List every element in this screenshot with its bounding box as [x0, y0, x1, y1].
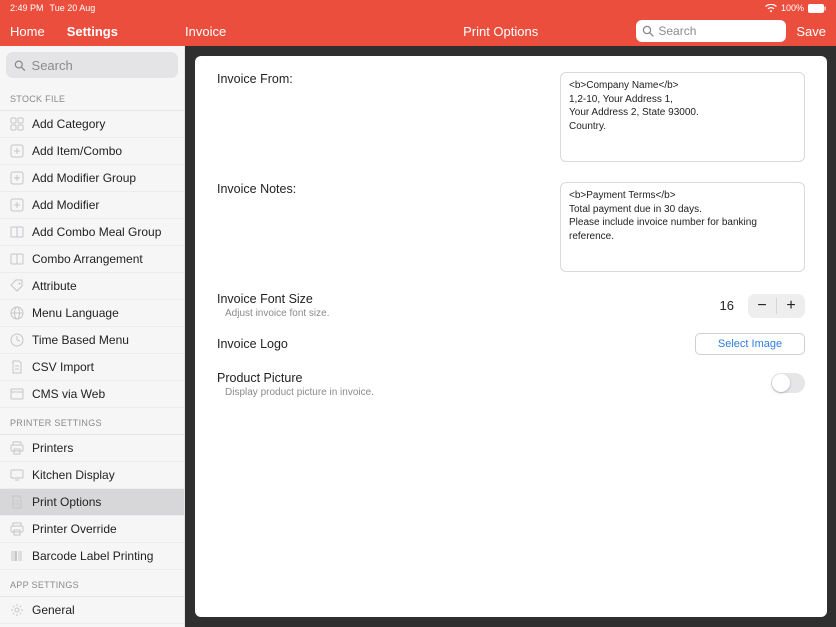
sidebar-item-label: CMS via Web [32, 387, 105, 401]
display-icon [10, 468, 24, 482]
sidebar-item-cms-via-web[interactable]: CMS via Web [0, 381, 184, 408]
doc-icon [10, 495, 24, 509]
settings-panel: Invoice From: Invoice Notes: Invoice Fon… [195, 56, 827, 617]
sidebar-item-add-item-combo[interactable]: Add Item/Combo [0, 138, 184, 165]
search-icon [642, 25, 654, 37]
wifi-icon [765, 4, 777, 13]
sidebar-item-time-based-menu[interactable]: Time Based Menu [0, 327, 184, 354]
invoice-notes-label: Invoice Notes: [217, 182, 332, 272]
sidebar-item-label: Combo Arrangement [32, 252, 143, 266]
plus-box-icon [10, 171, 24, 185]
nav-bar: Home Settings Invoice Print Options Save [0, 16, 836, 46]
printer-icon [10, 441, 24, 455]
sidebar-item-label: Add Item/Combo [32, 144, 122, 158]
sidebar: STOCK FILE Add Category Add Item/Combo Add … [0, 46, 185, 627]
sidebar-item-csv-import[interactable]: CSV Import [0, 354, 184, 381]
sidebar-item-label: Printers [32, 441, 73, 455]
sidebar-item-print-options[interactable]: Print Options [0, 489, 184, 516]
sidebar-item-label: Add Combo Meal Group [32, 225, 161, 239]
sidebar-item-menu-language[interactable]: Menu Language [0, 300, 184, 327]
main-area: Invoice From: Invoice Notes: Invoice Fon… [185, 46, 836, 627]
category-icon [10, 117, 24, 131]
printer-icon [10, 522, 24, 536]
sidebar-item-label: Printer Override [32, 522, 117, 536]
page-title: Print Options [365, 24, 636, 39]
search-icon [14, 59, 26, 72]
plus-box-icon [10, 144, 24, 158]
status-date: Tue 20 Aug [50, 3, 96, 13]
sidebar-item-label: Add Category [32, 117, 105, 131]
invoice-notes-textarea[interactable] [560, 182, 805, 272]
tag-icon [10, 279, 24, 293]
nav-home[interactable]: Home [10, 24, 45, 39]
sidebar-search-wrap[interactable] [6, 52, 178, 78]
stepper-minus[interactable]: − [748, 294, 776, 318]
sidebar-item-label: Barcode Label Printing [32, 549, 153, 563]
globe-icon [10, 306, 24, 320]
font-size-sublabel: Adjust invoice font size. [225, 308, 720, 319]
sidebar-item-add-modifier-group[interactable]: Add Modifier Group [0, 165, 184, 192]
font-size-label: Invoice Font Size [217, 292, 720, 306]
barcode-icon [10, 549, 24, 563]
sidebar-item-printer-override[interactable]: Printer Override [0, 516, 184, 543]
section-header: PRINTER SETTINGS [0, 408, 184, 435]
stepper-plus[interactable]: + [777, 294, 805, 318]
gear-icon [10, 603, 24, 617]
sidebar-item-printers[interactable]: Printers [0, 435, 184, 462]
toggle-knob [772, 374, 790, 392]
product-picture-label: Product Picture [217, 371, 771, 385]
section-header: APP SETTINGS [0, 570, 184, 597]
product-picture-sublabel: Display product picture in invoice. [225, 387, 771, 398]
invoice-from-textarea[interactable] [560, 72, 805, 162]
plus-box-icon [10, 198, 24, 212]
invoice-from-label: Invoice From: [217, 72, 332, 162]
nav-search-wrap[interactable] [636, 20, 786, 42]
sidebar-item-label: Kitchen Display [32, 468, 115, 482]
sidebar-item-add-category[interactable]: Add Category [0, 111, 184, 138]
nav-search-input[interactable] [658, 24, 780, 38]
doc-icon [10, 360, 24, 374]
sidebar-item-label: Attribute [32, 279, 77, 293]
sidebar-item-general[interactable]: General [0, 597, 184, 624]
clock-icon [10, 333, 24, 347]
font-size-value: 16 [720, 298, 734, 313]
nav-settings[interactable]: Settings [67, 24, 118, 39]
sidebar-search-input[interactable] [32, 58, 170, 73]
breadcrumb[interactable]: Invoice [185, 24, 365, 39]
save-button[interactable]: Save [796, 24, 826, 39]
section-header: STOCK FILE [0, 84, 184, 111]
sidebar-item-label: Time Based Menu [32, 333, 129, 347]
combo-icon [10, 225, 24, 239]
invoice-logo-label: Invoice Logo [217, 337, 695, 351]
sidebar-item-label: Add Modifier [32, 198, 99, 212]
web-icon [10, 387, 24, 401]
sidebar-item-combo-arrangement[interactable]: Combo Arrangement [0, 246, 184, 273]
sidebar-item-barcode-label-printing[interactable]: Barcode Label Printing [0, 543, 184, 570]
battery-icon [808, 4, 826, 13]
sidebar-item-label: Add Modifier Group [32, 171, 136, 185]
sidebar-item-add-combo-meal-group[interactable]: Add Combo Meal Group [0, 219, 184, 246]
sidebar-item-label: CSV Import [32, 360, 94, 374]
sidebar-item-kitchen-display[interactable]: Kitchen Display [0, 462, 184, 489]
product-picture-toggle[interactable] [771, 373, 805, 393]
battery-percent: 100% [781, 3, 804, 13]
combo-icon [10, 252, 24, 266]
sidebar-item-label: General [32, 603, 75, 617]
sidebar-item-label: Print Options [32, 495, 101, 509]
status-time: 2:49 PM [10, 3, 44, 13]
sidebar-item-label: Menu Language [32, 306, 119, 320]
font-size-stepper: − + [748, 294, 805, 318]
sidebar-item-attribute[interactable]: Attribute [0, 273, 184, 300]
sidebar-item-add-modifier[interactable]: Add Modifier [0, 192, 184, 219]
select-image-button[interactable]: Select Image [695, 333, 805, 355]
status-bar: 2:49 PM Tue 20 Aug 100% [0, 0, 836, 16]
